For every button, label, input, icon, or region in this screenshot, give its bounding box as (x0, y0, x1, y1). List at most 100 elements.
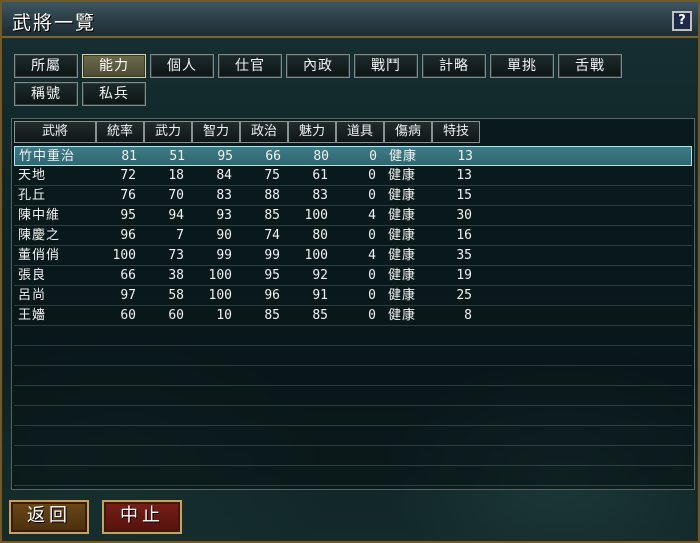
cell-politics: 75 (264, 168, 280, 183)
column-header-items[interactable]: 道具 (336, 121, 384, 143)
tab-title[interactable]: 稱號 (14, 82, 78, 106)
column-header-charm[interactable]: 魅力 (288, 121, 336, 143)
tab-debate[interactable]: 舌戰 (558, 54, 622, 78)
cell-war: 58 (168, 288, 184, 303)
cell-charm: 100 (304, 208, 328, 223)
officer-table: 武將 統率 武力 智力 政治 魅力 道具 傷病 特技 竹中重治 81 51 95 66 8… (11, 118, 695, 490)
cell-leadership: 95 (120, 208, 136, 223)
column-header-skills[interactable]: 特技 (432, 121, 480, 143)
cell-charm: 85 (312, 308, 328, 323)
cell-officer-name: 陳慶之 (18, 228, 61, 243)
cell-war: 60 (168, 308, 184, 323)
column-header-intelligence[interactable]: 智力 (192, 121, 240, 143)
tab-duel[interactable]: 單挑 (490, 54, 554, 78)
tab-service[interactable]: 仕官 (218, 54, 282, 78)
cell-condition: 健康 (388, 168, 417, 183)
cell-skills: 35 (456, 248, 472, 263)
cell-intelligence: 90 (216, 228, 232, 243)
cell-officer-name: 董俏俏 (18, 248, 61, 263)
cell-officer-name: 孔丘 (18, 188, 47, 203)
cell-intelligence: 83 (216, 188, 232, 203)
tab-strategy[interactable]: 計略 (422, 54, 486, 78)
cell-skills: 13 (457, 149, 473, 164)
cell-condition: 健康 (388, 188, 417, 203)
cell-leadership: 100 (112, 248, 136, 263)
cell-politics: 95 (264, 268, 280, 283)
cell-charm: 92 (312, 268, 328, 283)
table-row[interactable]: 天地 72 18 84 75 61 0 健康 13 (14, 166, 692, 186)
officer-list-window: 武將一覽 ? 所屬 能力 個人 仕官 內政 戰鬥 計略 單挑 舌戰 稱號 私兵 … (0, 0, 700, 543)
cell-officer-name: 天地 (18, 168, 47, 183)
cell-items: 0 (368, 168, 376, 183)
cell-intelligence: 10 (216, 308, 232, 323)
table-row[interactable]: 王嬙 60 60 10 85 85 0 健康 8 (14, 306, 692, 326)
column-header-war[interactable]: 武力 (144, 121, 192, 143)
cell-charm: 80 (312, 228, 328, 243)
cell-items: 0 (369, 149, 377, 164)
cell-skills: 30 (456, 208, 472, 223)
tab-personal[interactable]: 個人 (150, 54, 214, 78)
cell-condition: 健康 (388, 248, 417, 263)
cell-war: 94 (168, 208, 184, 223)
cell-charm: 100 (304, 248, 328, 263)
cell-charm: 91 (312, 288, 328, 303)
tab-battle[interactable]: 戰鬥 (354, 54, 418, 78)
cell-condition: 健康 (388, 268, 417, 283)
column-header-politics[interactable]: 政治 (240, 121, 288, 143)
cell-politics: 88 (264, 188, 280, 203)
cell-items: 0 (368, 268, 376, 283)
cell-officer-name: 王嬙 (18, 308, 47, 323)
cell-intelligence: 93 (216, 208, 232, 223)
table-row[interactable]: 呂尚 97 58 100 96 91 0 健康 25 (14, 286, 692, 306)
cell-war: 38 (168, 268, 184, 283)
table-row[interactable]: 竹中重治 81 51 95 66 80 0 健康 13 (14, 146, 692, 166)
table-row[interactable]: 陳慶之 96 7 90 74 80 0 健康 16 (14, 226, 692, 246)
cell-politics: 96 (264, 288, 280, 303)
cell-war: 70 (168, 188, 184, 203)
cell-skills: 8 (464, 308, 472, 323)
window-title: 武將一覽 (12, 12, 97, 34)
cell-leadership: 81 (121, 149, 137, 164)
cell-charm: 80 (313, 149, 329, 164)
empty-table-row (14, 346, 692, 366)
cell-items: 0 (368, 228, 376, 243)
cell-condition: 健康 (388, 308, 417, 323)
cell-condition: 健康 (388, 228, 417, 243)
table-row[interactable]: 孔丘 76 70 83 88 83 0 健康 15 (14, 186, 692, 206)
cell-skills: 13 (456, 168, 472, 183)
tab-affiliation[interactable]: 所屬 (14, 54, 78, 78)
table-row[interactable]: 董俏俏 100 73 99 99 100 4 健康 35 (14, 246, 692, 266)
empty-table-row (14, 466, 692, 486)
title-bar: 武將一覽 ? (2, 2, 698, 38)
empty-table-row (14, 386, 692, 406)
help-button[interactable]: ? (672, 11, 692, 31)
back-button[interactable]: 返回 (9, 500, 89, 534)
cell-items: 0 (368, 188, 376, 203)
empty-table-row (14, 326, 692, 346)
cancel-button[interactable]: 中止 (102, 500, 182, 534)
cell-intelligence: 100 (208, 268, 232, 283)
cell-politics: 99 (264, 248, 280, 263)
cell-skills: 16 (456, 228, 472, 243)
cell-war: 18 (168, 168, 184, 183)
cell-war: 73 (168, 248, 184, 263)
tab-ability[interactable]: 能力 (82, 54, 146, 78)
cell-politics: 66 (265, 149, 281, 164)
cell-items: 4 (368, 248, 376, 263)
cell-politics: 85 (264, 208, 280, 223)
table-row[interactable]: 陳中維 95 94 93 85 100 4 健康 30 (14, 206, 692, 226)
cell-condition: 健康 (389, 149, 418, 164)
cell-leadership: 96 (120, 228, 136, 243)
cell-officer-name: 張良 (18, 268, 47, 283)
tab-private-soldiers[interactable]: 私兵 (82, 82, 146, 106)
column-header-officer[interactable]: 武將 (14, 121, 96, 143)
column-header-condition[interactable]: 傷病 (384, 121, 432, 143)
cell-items: 0 (368, 308, 376, 323)
cell-officer-name: 呂尚 (18, 288, 47, 303)
cell-skills: 25 (456, 288, 472, 303)
table-row[interactable]: 張良 66 38 100 95 92 0 健康 19 (14, 266, 692, 286)
cell-war: 7 (176, 228, 184, 243)
cell-politics: 74 (264, 228, 280, 243)
column-header-leadership[interactable]: 統率 (96, 121, 144, 143)
tab-domestic[interactable]: 內政 (286, 54, 350, 78)
